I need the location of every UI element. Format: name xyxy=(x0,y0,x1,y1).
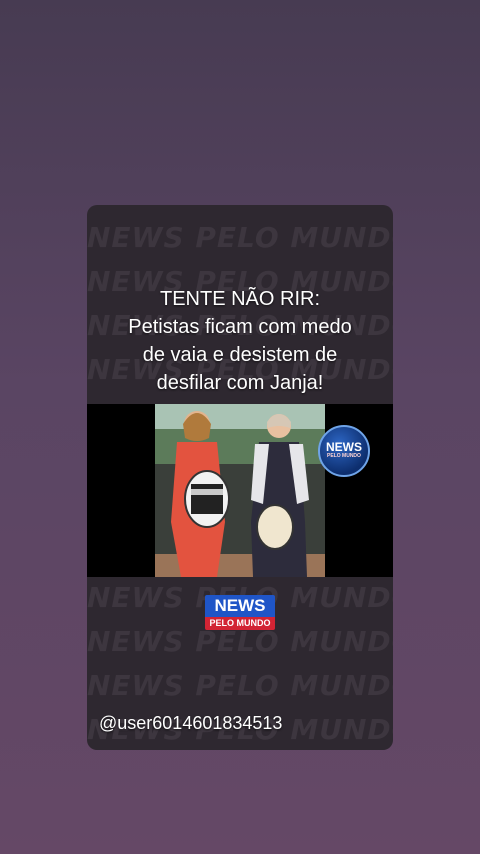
news-logo-subtitle: PELO MUNDO xyxy=(205,617,275,630)
watermark-text: NEWS PELO MUNDO xyxy=(87,669,393,702)
post-headline: TENTE NÃO RIR: Petistas ficam com medo d… xyxy=(87,285,393,397)
headline-line: desfilar com Janja! xyxy=(156,372,324,394)
photo-illustration xyxy=(155,404,325,577)
post-photo xyxy=(155,404,325,577)
news-badge-title: NEWS xyxy=(326,440,362,454)
headline-line: Petistas ficam com medo xyxy=(128,316,352,338)
post-card[interactable]: NEWS PELO MUNDO NEWS PELO MUNDO NEWS PEL… xyxy=(87,205,393,750)
news-badge-icon: NEWS PELO MUNDO xyxy=(318,425,370,477)
username[interactable]: @user6014601834513 xyxy=(99,713,282,734)
watermark-text: NEWS PELO MUNDO xyxy=(87,221,393,254)
news-badge-subtitle: PELO MUNDO xyxy=(327,453,361,459)
news-logo-title: NEWS xyxy=(205,595,275,617)
news-logo: NEWS PELO MUNDO xyxy=(205,595,275,630)
headline-line: TENTE NÃO RIR: xyxy=(159,288,320,310)
headline-line: de vaia e desistem de xyxy=(142,344,338,366)
watermark-text: NEWS PELO MUNDO xyxy=(87,625,393,658)
